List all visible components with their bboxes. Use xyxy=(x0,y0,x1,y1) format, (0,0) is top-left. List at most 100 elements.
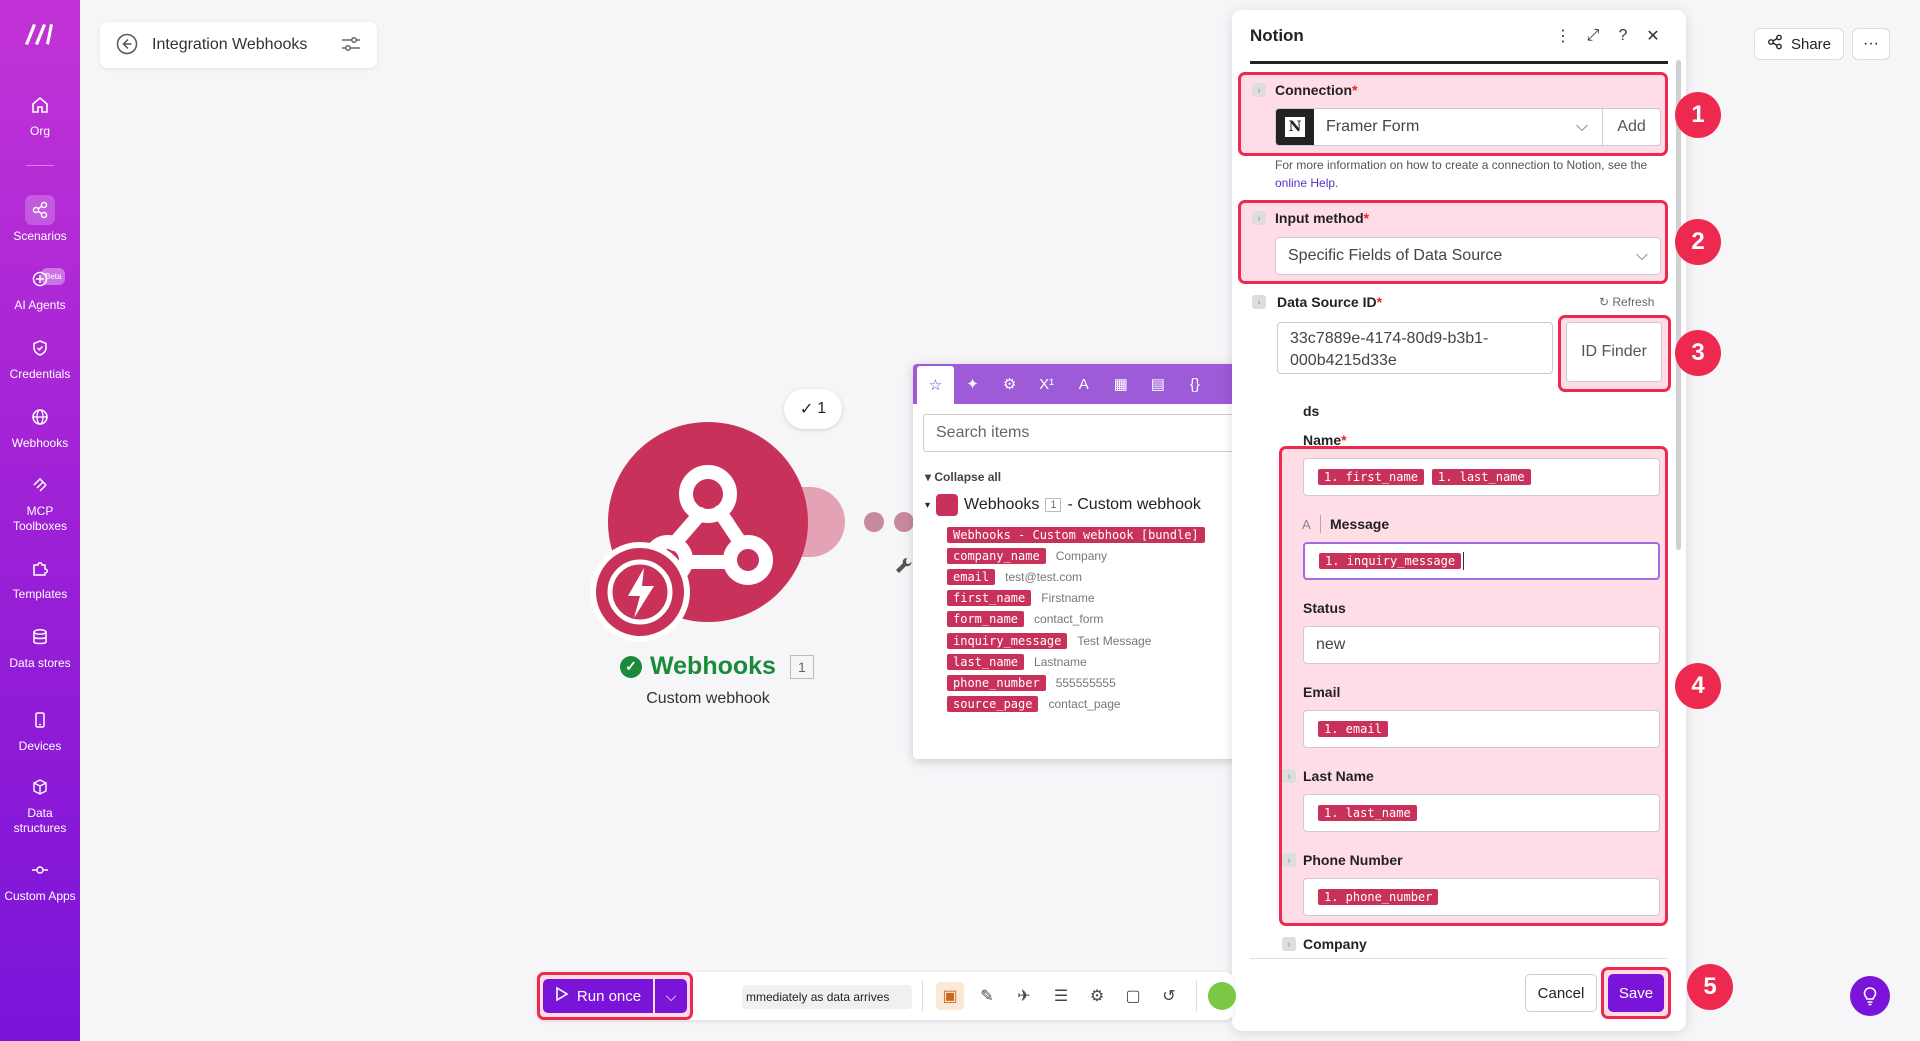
sidebar-item-label: Data stores xyxy=(9,656,71,670)
expand-toggle[interactable]: › xyxy=(1282,937,1296,951)
sidebar-item-ai-agents[interactable]: Beta AI Agents xyxy=(0,264,80,313)
scenario-title[interactable]: Integration Webhooks xyxy=(152,36,327,54)
back-arrow-icon[interactable] xyxy=(116,33,138,58)
mapping-pill[interactable]: 1. phone_number xyxy=(1318,889,1439,905)
check-icon: ✓ xyxy=(799,401,814,418)
more-options-button[interactable]: ··· xyxy=(1852,28,1890,60)
history-icon[interactable]: ↺ xyxy=(1155,982,1183,1010)
connection-select[interactable]: N Framer Form ⌵ Add xyxy=(1275,108,1661,146)
mapping-pill[interactable]: 1. last_name xyxy=(1431,469,1531,485)
expand-toggle[interactable]: › xyxy=(1252,211,1266,225)
toolbar-divider xyxy=(1196,980,1197,1012)
mapping-pill[interactable]: form_name xyxy=(947,611,1025,628)
magic-wand-icon[interactable]: ✎ xyxy=(973,982,1001,1010)
expand-toggle[interactable]: › xyxy=(1252,295,1266,309)
tab-ai[interactable]: ✦ xyxy=(954,366,991,402)
lightbulb-icon[interactable] xyxy=(1850,976,1890,1016)
mapping-pill[interactable]: inquiry_message xyxy=(947,632,1068,649)
email-label: Email xyxy=(1303,684,1341,700)
flow-control-icon[interactable]: ✈ xyxy=(1010,982,1038,1010)
home-icon xyxy=(25,90,55,120)
tab-json[interactable]: {} xyxy=(1176,366,1213,402)
wrench-icon[interactable] xyxy=(894,556,914,582)
kebab-menu-icon[interactable]: ⋮ xyxy=(1548,26,1578,46)
panel-header: Notion ⋮ ⤢ ? ✕ xyxy=(1250,10,1668,64)
sidebar-item-webhooks[interactable]: Webhooks xyxy=(0,402,80,451)
sidebar-item-scenarios[interactable]: Scenarios xyxy=(0,195,80,244)
share-label: Share xyxy=(1790,35,1832,53)
settings-sliders-icon[interactable] xyxy=(341,36,361,55)
data-source-id-input[interactable]: 33c7889e-4174-80d9-b3b1-000b4215d33e xyxy=(1277,322,1553,374)
input-method-select[interactable]: Specific Fields of Data Source ⌵ xyxy=(1275,237,1661,275)
message-label: Message xyxy=(1330,516,1390,532)
scenario-title-bar: Integration Webhooks xyxy=(100,22,377,68)
mapping-pill[interactable]: 1. inquiry_message xyxy=(1319,553,1462,569)
mapping-value: Company xyxy=(1055,548,1108,563)
tab-favorites[interactable]: ☆ xyxy=(917,366,955,404)
mapping-pill[interactable]: company_name xyxy=(947,547,1046,564)
ai-assistant-icon[interactable] xyxy=(1208,982,1236,1010)
sidebar-item-label: Credentials xyxy=(9,367,71,381)
close-icon[interactable]: ✕ xyxy=(1638,26,1668,46)
expand-toggle[interactable]: › xyxy=(1282,853,1296,867)
mapping-pill[interactable]: 1. last_name xyxy=(1318,805,1417,821)
status-field[interactable]: new xyxy=(1303,626,1660,664)
message-field[interactable]: 1. inquiry_message xyxy=(1303,542,1660,580)
share-button[interactable]: Share xyxy=(1754,28,1844,60)
refresh-button[interactable]: ↻ Refresh xyxy=(1599,295,1654,309)
run-once-label: Run once xyxy=(576,987,642,1005)
save-button[interactable]: Save xyxy=(1608,974,1664,1012)
sidebar-item-mcp-toolboxes[interactable]: MCP Toolboxes xyxy=(0,470,80,534)
panel-scrollbar[interactable] xyxy=(1676,60,1681,550)
help-icon[interactable]: ? xyxy=(1608,27,1638,45)
notes-icon[interactable]: ▢ xyxy=(1119,982,1147,1010)
phone-number-field[interactable]: 1. phone_number xyxy=(1303,878,1660,916)
tab-math[interactable]: X¹ xyxy=(1028,366,1065,402)
tab-general[interactable]: ⚙ xyxy=(991,366,1028,402)
mapping-pill[interactable]: 1. first_name xyxy=(1318,469,1424,485)
sidebar-item-org[interactable]: Org xyxy=(0,90,80,139)
mapping-pill[interactable]: last_name xyxy=(947,653,1025,670)
add-connection-button[interactable]: Add xyxy=(1602,109,1660,145)
tab-text[interactable]: A xyxy=(1065,366,1102,402)
gear-icon[interactable]: ⚙ xyxy=(1083,982,1111,1010)
sidebar-item-custom-apps[interactable]: Custom Apps xyxy=(0,855,80,904)
id-finder-button[interactable]: ID Finder xyxy=(1566,322,1662,382)
run-once-button[interactable]: Run once xyxy=(543,979,653,1013)
make-logo[interactable] xyxy=(22,18,58,48)
phone-icon xyxy=(25,705,55,735)
mapping-pill[interactable]: phone_number xyxy=(947,674,1046,691)
mapping-pill[interactable]: source_page xyxy=(947,696,1039,713)
sidebar-item-data-stores[interactable]: Data stores xyxy=(0,622,80,671)
sidebar-item-data-structures[interactable]: Data structures xyxy=(0,772,80,836)
name-field[interactable]: 1. first_name 1. last_name xyxy=(1303,458,1660,496)
chevron-down-icon: ⌵ xyxy=(1575,118,1588,135)
tab-array[interactable]: ▤ xyxy=(1139,366,1176,402)
tab-date[interactable]: ▦ xyxy=(1102,366,1139,402)
tools-icon[interactable]: ☰ xyxy=(1047,982,1075,1010)
sidebar-item-label: Webhooks xyxy=(11,436,69,450)
mapping-pill[interactable]: 1. email xyxy=(1318,721,1388,737)
mapping-pill[interactable]: first_name xyxy=(947,590,1032,607)
bundle-pill[interactable]: Webhooks - Custom webhook [bundle] xyxy=(947,526,1205,543)
last-name-field[interactable]: 1. last_name xyxy=(1303,794,1660,832)
mapping-value: contact_form xyxy=(1034,612,1104,627)
sidebar-item-devices[interactable]: Devices xyxy=(0,705,80,754)
annotation-badge-2: 2 xyxy=(1675,219,1721,265)
mapping-pill[interactable]: email xyxy=(947,568,996,585)
expand-toggle[interactable]: › xyxy=(1252,83,1266,97)
expand-toggle[interactable]: › xyxy=(1282,769,1296,783)
save-scenario-icon[interactable]: ▣ xyxy=(936,982,964,1010)
online-help-link[interactable]: online Help xyxy=(1275,176,1335,190)
play-icon xyxy=(555,986,569,1006)
run-options-dropdown[interactable]: ⌵ xyxy=(655,979,687,1013)
sidebar-item-credentials[interactable]: Credentials xyxy=(0,333,80,382)
mapping-value: test@test.com xyxy=(1005,569,1082,584)
sidebar-item-templates[interactable]: Templates xyxy=(0,553,80,602)
expand-icon[interactable]: ⤢ xyxy=(1578,27,1608,45)
email-field[interactable]: 1. email xyxy=(1303,710,1660,748)
search-input[interactable]: Search items xyxy=(923,414,1283,452)
schedule-setting[interactable]: mmediately as data arrives xyxy=(742,985,912,1009)
cancel-button[interactable]: Cancel xyxy=(1525,974,1597,1012)
table-icon: ▤ xyxy=(1150,376,1165,393)
